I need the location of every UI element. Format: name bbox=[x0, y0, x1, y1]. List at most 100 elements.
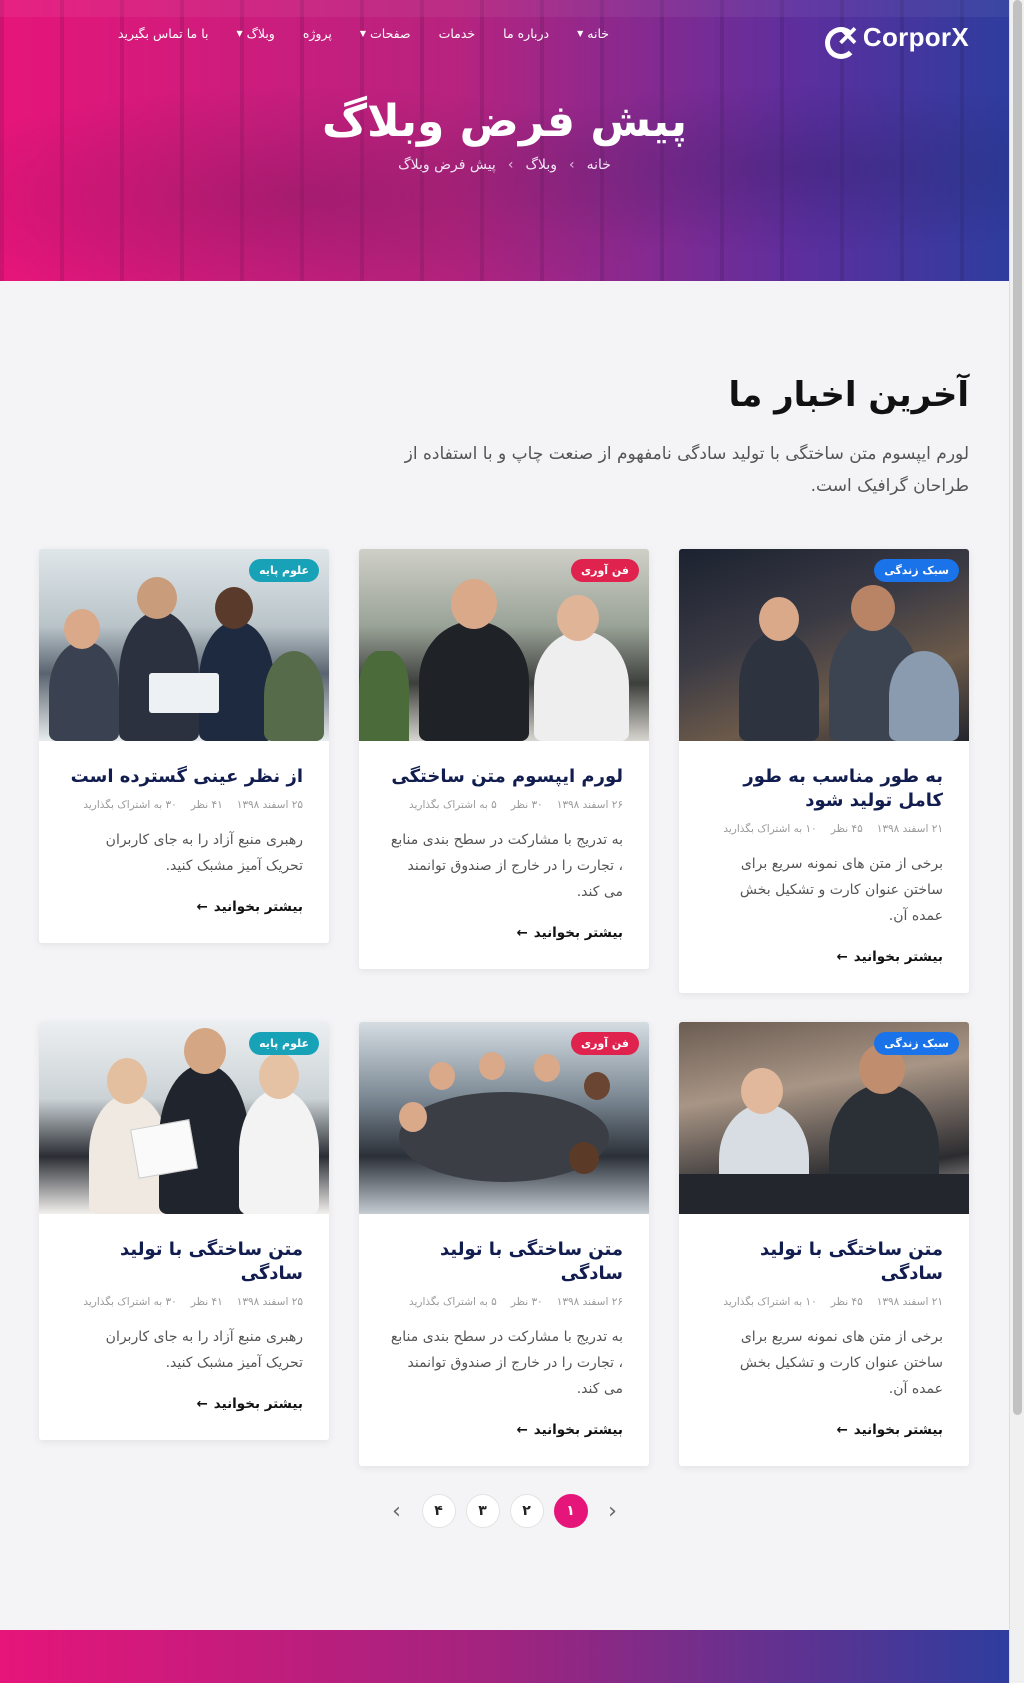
chevron-left-icon: › bbox=[569, 157, 575, 173]
post-meta: ۲۵ اسفند ۱۳۹۸ ۴۱ نظر ۳۰ به اشتراک بگذاری… bbox=[65, 1296, 303, 1308]
post-date: ۲۶ اسفند ۱۳۹۸ bbox=[556, 799, 623, 811]
chevron-down-icon: ▼ bbox=[577, 29, 584, 38]
breadcrumb-current: پیش فرض وبلاگ bbox=[398, 157, 496, 173]
arrow-left-icon: ← bbox=[516, 1422, 528, 1438]
page-3[interactable]: ۳ bbox=[465, 1494, 500, 1528]
blog-card[interactable]: فن آوری متن ساختگی با تولید سادگی ۲۶ اسف… bbox=[359, 1022, 649, 1466]
chevron-left-icon: › bbox=[507, 157, 514, 173]
chevron-left-icon[interactable]: ‹ bbox=[382, 1499, 412, 1524]
read-more-label: بیشتر بخوانید bbox=[533, 1422, 623, 1438]
post-shares: ۱۰ به اشتراک بگذارید bbox=[723, 1296, 817, 1308]
blog-card-image[interactable]: سبک زندگی bbox=[679, 549, 969, 741]
nav-item-label: درباره ما bbox=[503, 26, 550, 41]
blog-card[interactable]: فن آوری لورم ایپسوم متن ساختگی ۲۶ اسفند … bbox=[359, 549, 649, 969]
category-badge[interactable]: سبک زندگی bbox=[874, 559, 959, 582]
blog-card[interactable]: علوم پایه متن ساختگی با تولید سادگی ۲۵ ا… bbox=[39, 1022, 329, 1440]
post-meta: ۲۵ اسفند ۱۳۹۸ ۴۱ نظر ۳۰ به اشتراک بگذاری… bbox=[65, 799, 303, 811]
nav-item-pages[interactable]: صفحات ▼ bbox=[360, 26, 411, 41]
breadcrumb-blog[interactable]: وبلاگ bbox=[525, 157, 557, 173]
nav-item-label: پروژه bbox=[302, 26, 332, 41]
category-badge[interactable]: علوم پایه bbox=[249, 559, 319, 582]
blog-card-image[interactable]: علوم پایه bbox=[39, 549, 329, 741]
blog-card-title[interactable]: متن ساختگی با تولید سادگی bbox=[705, 1238, 943, 1286]
logo-icon bbox=[824, 17, 859, 59]
category-badge[interactable]: سبک زندگی bbox=[874, 1032, 959, 1055]
post-comments: ۴۱ نظر bbox=[190, 799, 223, 811]
post-comments: ۴۵ نظر bbox=[830, 1296, 863, 1308]
arrow-left-icon: ← bbox=[516, 925, 528, 941]
post-shares: ۱۰ به اشتراک بگذارید bbox=[723, 823, 817, 835]
blog-card[interactable]: سبک زندگی به طور مناسب به طور کامل تولید… bbox=[679, 549, 969, 993]
post-shares: ۵ به اشتراک بگذارید bbox=[408, 1296, 497, 1308]
blog-card-image[interactable]: فن آوری bbox=[359, 549, 649, 741]
nav-item-about[interactable]: درباره ما bbox=[503, 26, 549, 41]
read-more-label: بیشتر بخوانید bbox=[213, 1396, 303, 1412]
blog-card-excerpt: برخی از متن های نمونه سریع برای ساختن عن… bbox=[739, 1329, 943, 1397]
page-header: CorporX خانه▼ درباره ما خدمات صفحات▼ پرو… bbox=[0, 0, 1009, 281]
logo-text: CorporX bbox=[862, 22, 969, 52]
blog-card-title[interactable]: لورم ایپسوم متن ساختگی bbox=[385, 765, 623, 789]
nav-item-contact[interactable]: با ما تماس بگیرید bbox=[118, 26, 209, 41]
read-more-link[interactable]: بیشتر بخوانید ← bbox=[196, 1396, 303, 1412]
page-2[interactable]: ۲ bbox=[509, 1494, 544, 1528]
read-more-label: بیشتر بخوانید bbox=[853, 1422, 943, 1438]
chevron-down-icon: ▼ bbox=[236, 29, 243, 38]
read-more-link[interactable]: بیشتر بخوانید ← bbox=[836, 1422, 943, 1438]
post-date: ۲۵ اسفند ۱۳۹۸ bbox=[236, 799, 303, 811]
read-more-link[interactable]: بیشتر بخوانید ← bbox=[836, 949, 943, 965]
blog-card-image[interactable]: سبک زندگی bbox=[679, 1022, 969, 1214]
breadcrumb-home[interactable]: خانه bbox=[587, 157, 611, 173]
blog-card[interactable]: علوم پایه از نظر عینی گسترده است ۲۵ اسفن… bbox=[39, 549, 329, 943]
read-more-label: بیشتر بخوانید bbox=[853, 949, 943, 965]
footer-gradient-band bbox=[0, 1630, 1009, 1683]
page-scrollbar[interactable] bbox=[1009, 0, 1024, 1683]
arrow-left-icon: ← bbox=[196, 1396, 208, 1412]
read-more-label: بیشتر بخوانید bbox=[213, 899, 303, 915]
nav-item-label: خانه bbox=[587, 26, 609, 41]
post-meta: ۲۶ اسفند ۱۳۹۸ ۳۰ نظر ۵ به اشتراک بگذارید bbox=[385, 1296, 623, 1308]
nav-item-projects[interactable]: پروژه bbox=[303, 26, 332, 41]
post-comments: ۴۵ نظر bbox=[830, 823, 863, 835]
site-logo[interactable]: CorporX bbox=[824, 17, 969, 59]
nav-item-services[interactable]: خدمات bbox=[439, 26, 476, 41]
post-meta: ۲۶ اسفند ۱۳۹۸ ۳۰ نظر ۵ به اشتراک بگذارید bbox=[385, 799, 623, 811]
read-more-link[interactable]: بیشتر بخوانید ← bbox=[516, 1422, 623, 1438]
nav-item-blog[interactable]: وبلاگ ▼ bbox=[237, 26, 275, 41]
post-comments: ۴۱ نظر bbox=[190, 1296, 223, 1308]
post-meta: ۲۱ اسفند ۱۳۹۸ ۴۵ نظر ۱۰ به اشتراک بگذاری… bbox=[705, 1296, 943, 1308]
page-1-current[interactable]: ۱ bbox=[553, 1494, 588, 1528]
read-more-link[interactable]: بیشتر بخوانید ← bbox=[516, 925, 623, 941]
scrollbar-thumb[interactable] bbox=[1013, 0, 1022, 1415]
page-4[interactable]: ۴ bbox=[421, 1494, 456, 1528]
blog-card-excerpt: برخی از متن های نمونه سریع برای ساختن عن… bbox=[739, 856, 943, 924]
blog-card[interactable]: سبک زندگی متن ساختگی با تولید سادگی ۲۱ ا… bbox=[679, 1022, 969, 1466]
nav-item-label: خدمات bbox=[438, 26, 476, 41]
post-shares: ۵ به اشتراک بگذارید bbox=[408, 799, 497, 811]
blog-card-title[interactable]: به طور مناسب به طور کامل تولید شود bbox=[705, 765, 943, 813]
blog-card-excerpt: به تدریج با مشارکت در سطح بندی منابع ، ت… bbox=[390, 1329, 623, 1397]
blog-card-title[interactable]: از نظر عینی گسترده است bbox=[65, 765, 303, 789]
post-comments: ۳۰ نظر bbox=[510, 1296, 543, 1308]
post-shares: ۳۰ به اشتراک بگذارید bbox=[83, 1296, 177, 1308]
breadcrumb: خانه › وبلاگ › پیش فرض وبلاگ bbox=[0, 157, 1009, 173]
post-meta: ۲۱ اسفند ۱۳۹۸ ۴۵ نظر ۱۰ به اشتراک بگذاری… bbox=[705, 823, 943, 835]
read-more-link[interactable]: بیشتر بخوانید ← bbox=[196, 899, 303, 915]
post-date: ۲۶ اسفند ۱۳۹۸ bbox=[556, 1296, 623, 1308]
arrow-left-icon: ← bbox=[836, 949, 848, 965]
nav-item-home[interactable]: خانه ▼ bbox=[577, 26, 609, 41]
category-badge[interactable]: علوم پایه bbox=[249, 1032, 319, 1055]
blog-card-image[interactable]: علوم پایه bbox=[39, 1022, 329, 1214]
blog-card-title[interactable]: متن ساختگی با تولید سادگی bbox=[385, 1238, 623, 1286]
page-title: پیش فرض وبلاگ bbox=[321, 96, 688, 147]
section-subtitle: لورم ایپسوم متن ساختگی با تولید سادگی نا… bbox=[404, 444, 969, 496]
post-date: ۲۱ اسفند ۱۳۹۸ bbox=[876, 823, 943, 835]
chevron-right-icon[interactable]: › bbox=[598, 1499, 628, 1524]
nav-item-label: وبلاگ bbox=[246, 26, 275, 41]
post-comments: ۳۰ نظر bbox=[510, 799, 543, 811]
blog-card-image[interactable]: فن آوری bbox=[359, 1022, 649, 1214]
section-title: آخرین اخبار ما bbox=[728, 375, 969, 415]
read-more-label: بیشتر بخوانید bbox=[533, 925, 623, 941]
category-badge[interactable]: فن آوری bbox=[571, 1032, 639, 1055]
category-badge[interactable]: فن آوری bbox=[571, 559, 639, 582]
blog-card-title[interactable]: متن ساختگی با تولید سادگی bbox=[65, 1238, 303, 1286]
